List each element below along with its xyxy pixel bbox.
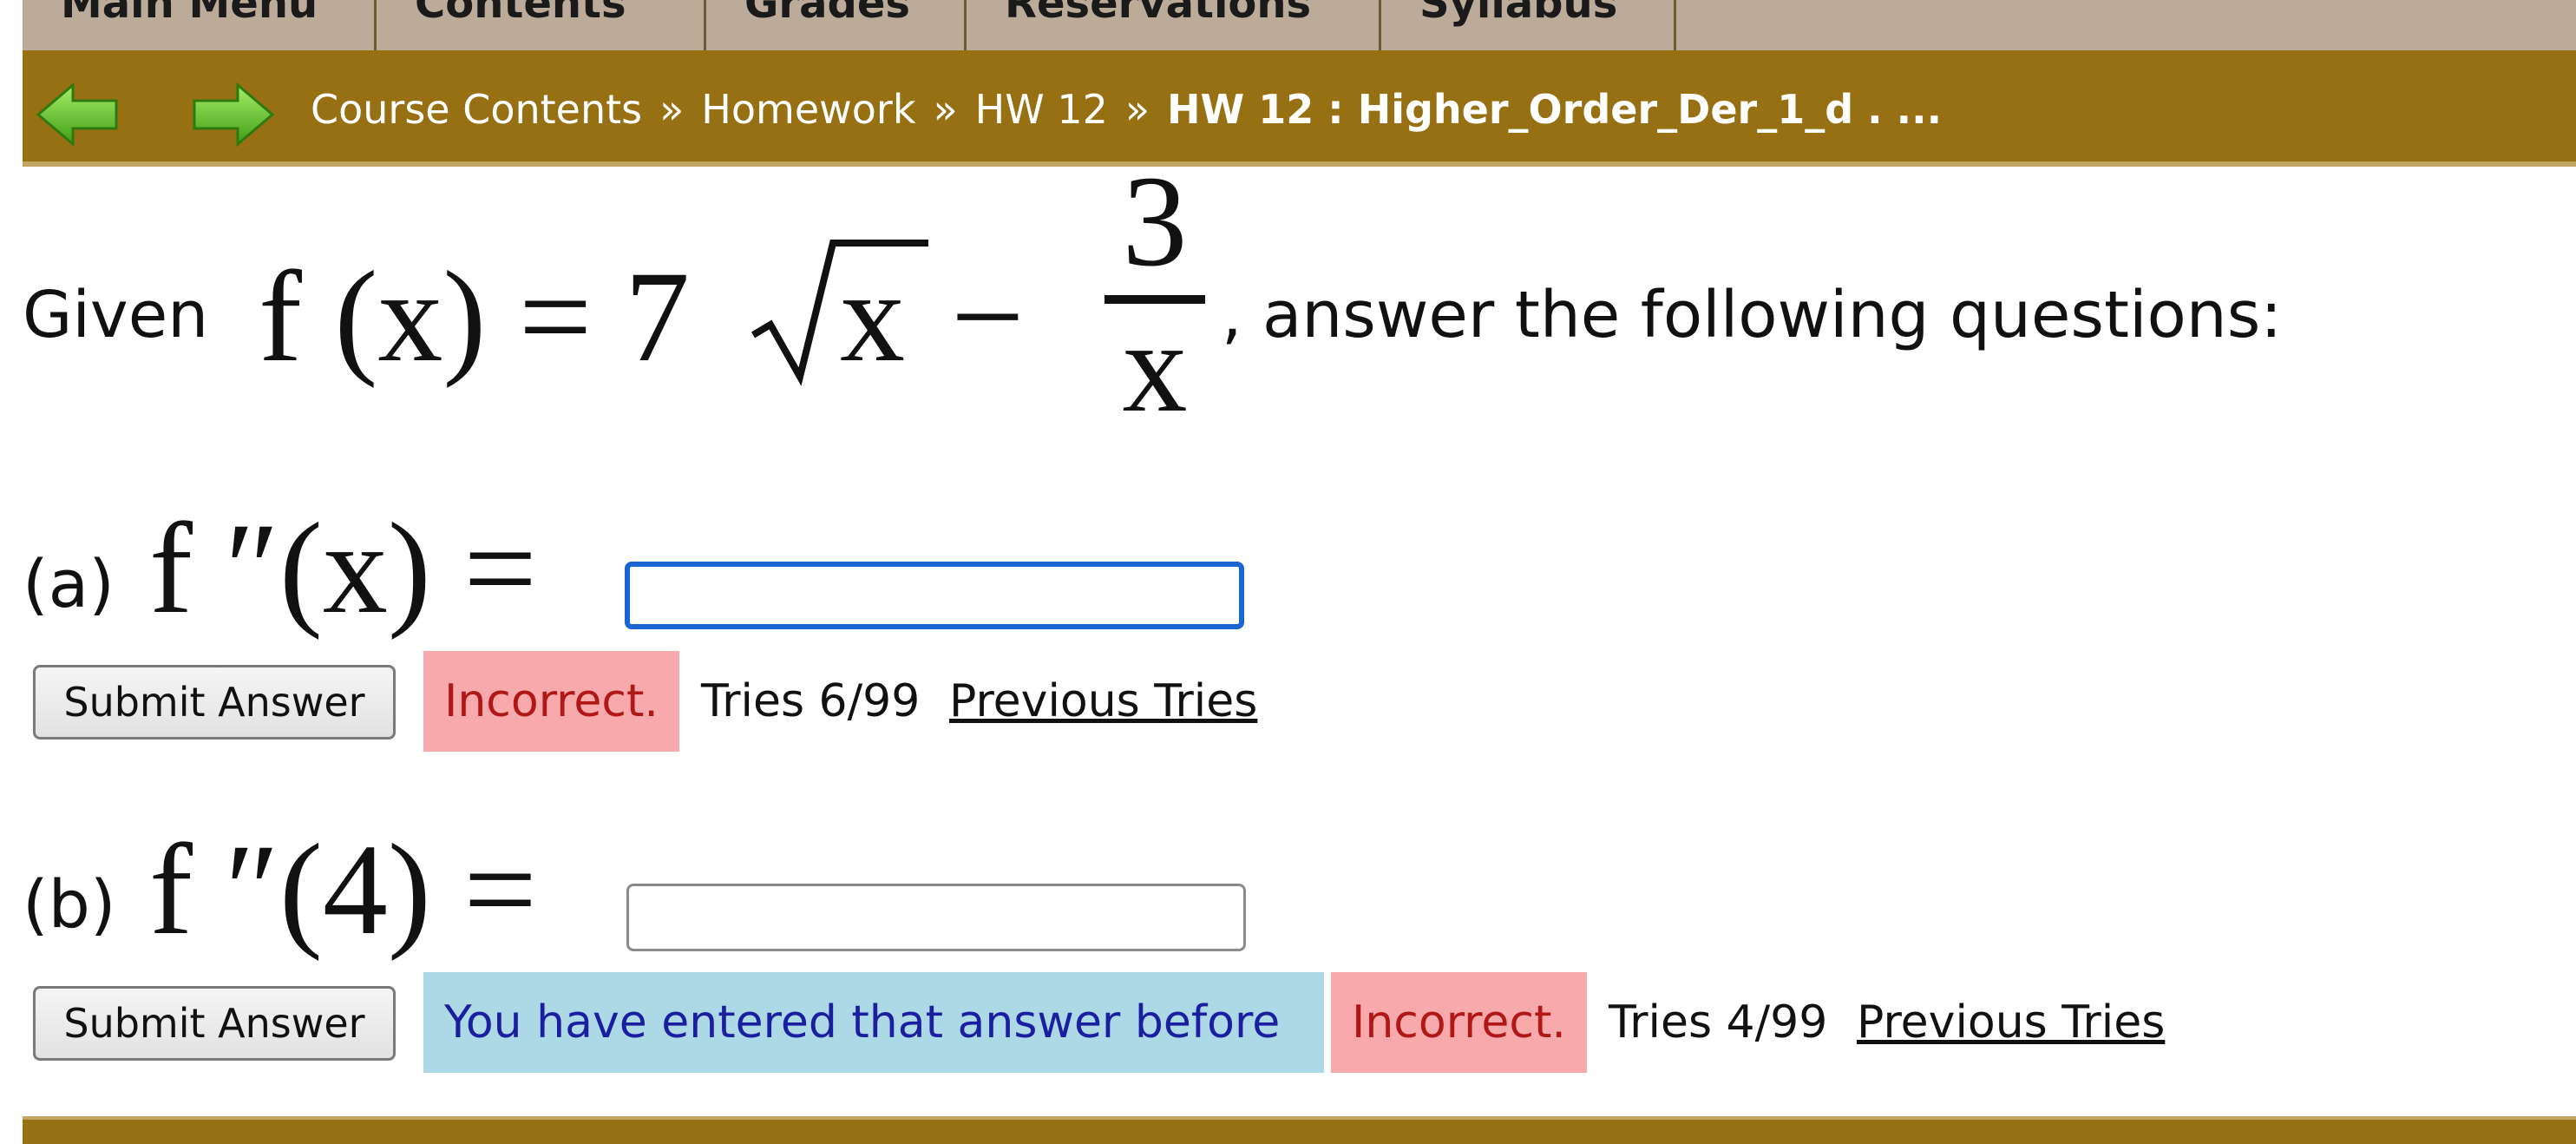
tab-grades[interactable]: Grades [706,0,967,50]
part-b-previous-answer-notice: You have entered that answer before [423,972,1324,1073]
back-arrow-icon[interactable] [35,82,121,148]
breadcrumb-separator: » [659,86,685,133]
breadcrumb-homework[interactable]: Homework [701,83,915,135]
main-menu-bar: Main Menu Contents Grades Reservations S… [23,0,2576,50]
breadcrumb-current: HW 12 : Higher_Order_Der_1_d . ... [1167,86,1943,133]
given-label: Given [23,278,209,352]
footer-bar [23,1116,2576,1144]
minus-sign: − [951,245,1025,389]
fraction-numerator: 3 [1122,149,1188,293]
breadcrumb-separator: » [933,86,958,133]
part-a-previous-tries-link[interactable]: Previous Tries [949,651,1257,752]
part-a-submit-button[interactable]: Submit Answer [33,665,396,740]
breadcrumb-separator: » [1124,86,1150,133]
tab-main-menu[interactable]: Main Menu [23,0,377,50]
page: Main Menu Contents Grades Reservations S… [0,0,2576,1144]
part-b-incorrect-badge: Incorrect. [1331,972,1587,1073]
tab-label: Reservations [1005,0,1312,28]
fraction: 3 x [1094,156,1216,439]
question-tail: , answer the following questions: [1222,278,2283,352]
breadcrumb: Course Contents » Homework » HW 12 » HW 12 : H… [311,83,1942,135]
tab-reservations[interactable]: Reservations [967,0,1381,50]
part-a-incorrect-badge: Incorrect. [423,651,679,752]
part-b-previous-tries-link[interactable]: Previous Tries [1857,972,2165,1073]
fraction-denominator: x [1122,295,1188,439]
tab-syllabus[interactable]: Syllabus [1381,0,1676,50]
part-a-expression: f ″(x) = [149,496,537,641]
part-a-answer-input[interactable] [625,562,1244,629]
tab-label: Contents [415,0,626,28]
part-a-tries-count: Tries 6/99 [701,675,921,727]
problem-statement: Given f (x) = 7 x − 3 x , answer the fol… [23,156,2539,443]
tab-label: Syllabus [1419,0,1618,28]
part-b-expression: f ″(4) = [149,818,537,962]
part-a-label: (a) [23,545,115,622]
forward-arrow-icon[interactable] [189,82,276,148]
part-b-answer-input[interactable] [626,884,1246,951]
part-b-tries-count: Tries 4/99 [1609,996,1828,1049]
breadcrumb-bar: Course Contents » Homework » HW 12 » HW 12 : H… [23,50,2576,167]
tab-label: Main Menu [61,0,318,28]
tab-label: Grades [744,0,910,28]
function-lhs: f (x) = 7 [259,245,690,389]
part-b-submit-button[interactable]: Submit Answer [33,986,396,1061]
tab-contents[interactable]: Contents [377,0,706,50]
breadcrumb-course-contents[interactable]: Course Contents [311,83,642,135]
part-b-label: (b) [23,865,116,943]
radicand: x [840,245,905,389]
breadcrumb-hw12[interactable]: HW 12 [975,83,1108,135]
